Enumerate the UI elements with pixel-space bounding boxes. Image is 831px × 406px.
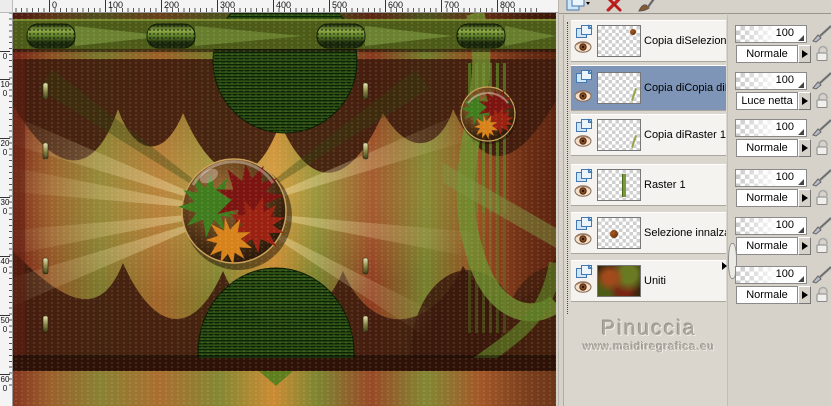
layer-thumbnail <box>597 169 641 201</box>
layer-row-copia-diraster-1[interactable]: Copia diRaster 1 <box>571 114 726 156</box>
layer-controls: 100 Normale <box>735 119 831 159</box>
opacity-field[interactable]: 100 <box>735 266 807 284</box>
visibility-eye-icon[interactable] <box>574 40 592 58</box>
opacity-slider-handle-icon[interactable] <box>798 129 804 135</box>
layer-controls: 100 Normale <box>735 169 831 209</box>
layer-controls: 100 Normale <box>735 25 831 65</box>
opacity-value: 100 <box>775 74 794 86</box>
layer-thumbnail <box>597 217 641 249</box>
delete-layer-icon[interactable] <box>603 0 625 13</box>
ruler-label: 400 <box>0 256 10 275</box>
ruler-label: 300 <box>0 197 10 216</box>
ruler-label: 600 <box>385 0 403 12</box>
ruler-label: 700 <box>441 0 459 12</box>
ruler-label: 500 <box>329 0 347 12</box>
blend-dropdown-arrow[interactable] <box>798 286 811 304</box>
layers-toolbar <box>559 0 831 13</box>
ruler-label: 200 <box>161 0 179 12</box>
blend-dropdown-arrow[interactable] <box>798 237 811 255</box>
blend-dropdown-arrow[interactable] <box>798 189 811 207</box>
layer-thumbnail <box>597 72 641 104</box>
opacity-value: 100 <box>775 171 794 183</box>
layers-palette: Copia diSelezione in Copia diCopia diRas… <box>558 0 831 406</box>
visibility-eye-icon[interactable] <box>574 134 592 152</box>
app-window: 0 100 200 300 400 500 600 700 800 0 100 … <box>0 0 831 406</box>
opacity-value: 100 <box>775 27 794 39</box>
blend-dropdown-arrow[interactable] <box>798 92 811 110</box>
layer-row-selezione-innalzata[interactable]: Selezione innalzata <box>571 212 726 254</box>
ruler-label: 0 <box>49 0 57 12</box>
layer-row-uniti[interactable]: Uniti <box>571 260 726 302</box>
blend-dropdown-arrow[interactable] <box>798 139 811 157</box>
layer-row-copia-diselezione[interactable]: Copia diSelezione in <box>571 20 726 62</box>
blend-mode-select[interactable]: Normale <box>736 237 798 255</box>
layer-name: Uniti <box>644 275 667 287</box>
lock-icon[interactable] <box>814 189 831 211</box>
visibility-eye-icon[interactable] <box>574 184 592 202</box>
new-layer-icon[interactable] <box>565 0 591 13</box>
opacity-field[interactable]: 100 <box>735 25 807 43</box>
blend-mode-select[interactable]: Normale <box>736 45 798 63</box>
ruler-label: 300 <box>217 0 235 12</box>
blend-dropdown-arrow[interactable] <box>798 45 811 63</box>
ruler-label: 800 <box>497 0 515 12</box>
ruler-label: 600 <box>0 374 10 393</box>
layer-group-rail <box>567 22 568 314</box>
layer-thumbnail <box>597 119 641 151</box>
opacity-slider-handle-icon[interactable] <box>798 179 804 185</box>
lock-icon[interactable] <box>814 92 831 114</box>
lock-icon[interactable] <box>814 286 831 308</box>
layer-controls: 100 Luce netta <box>735 72 831 112</box>
blend-mode-select[interactable]: Normale <box>736 286 798 304</box>
visibility-eye-icon[interactable] <box>574 232 592 250</box>
ruler-label: 200 <box>0 138 10 157</box>
opacity-value: 100 <box>775 268 794 280</box>
watermark-signature: Pinuccia <box>601 317 697 340</box>
edit-brush-icon[interactable] <box>635 0 659 13</box>
layer-name: Copia diRaster 1 <box>644 129 726 141</box>
splitter-arrow-icon <box>722 262 727 270</box>
vertical-ruler: 0 100 200 300 400 500 600 <box>0 13 13 406</box>
layer-row-copia-dicopia[interactable]: Copia diCopia diRas <box>571 65 726 111</box>
watermark-url: www.maidiregrafica.eu <box>583 341 715 353</box>
opacity-slider-handle-icon[interactable] <box>798 276 804 282</box>
layer-name: Copia diCopia diRas <box>644 82 726 94</box>
visibility-eye-icon[interactable] <box>574 89 592 107</box>
ruler-label: 400 <box>273 0 291 12</box>
lock-icon[interactable] <box>814 237 831 259</box>
opacity-field[interactable]: 100 <box>735 169 807 187</box>
layer-thumbnail <box>597 25 641 57</box>
layer-thumbnail <box>597 265 641 297</box>
ruler-label: 100 <box>105 0 123 12</box>
layer-name: Raster 1 <box>644 179 686 191</box>
lock-icon[interactable] <box>814 45 831 67</box>
opacity-slider-handle-icon[interactable] <box>798 82 804 88</box>
blend-mode-select[interactable]: Normale <box>736 139 798 157</box>
lock-icon[interactable] <box>814 139 831 161</box>
layer-row-raster-1[interactable]: Raster 1 <box>571 164 726 206</box>
layer-controls: 100 Normale <box>735 217 831 257</box>
opacity-value: 100 <box>775 219 794 231</box>
layer-controls: 100 Normale <box>735 266 831 306</box>
ruler-label: 0 <box>0 51 10 61</box>
ruler-corner <box>0 0 13 13</box>
layer-name: Selezione innalzata <box>644 227 726 239</box>
canvas-artwork[interactable] <box>13 13 556 406</box>
layer-name: Copia diSelezione in <box>644 35 726 47</box>
visibility-eye-icon[interactable] <box>574 280 592 298</box>
opacity-slider-handle-icon[interactable] <box>798 35 804 41</box>
blend-mode-select[interactable]: Luce netta <box>736 92 798 110</box>
ruler-label: 500 <box>0 315 10 334</box>
opacity-field[interactable]: 100 <box>735 119 807 137</box>
layer-type-icon <box>575 69 593 89</box>
horizontal-ruler: 0 100 200 300 400 500 600 700 800 <box>13 0 558 13</box>
opacity-slider-handle-icon[interactable] <box>798 227 804 233</box>
opacity-value: 100 <box>775 121 794 133</box>
blend-mode-select[interactable]: Normale <box>736 189 798 207</box>
layers-list: Copia diSelezione in Copia diCopia diRas… <box>559 13 831 406</box>
opacity-field[interactable]: 100 <box>735 72 807 90</box>
ruler-label: 100 <box>0 79 10 98</box>
opacity-field[interactable]: 100 <box>735 217 807 235</box>
